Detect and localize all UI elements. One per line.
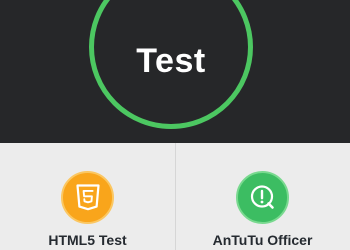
html5-test-tile[interactable]: HTML5 Test xyxy=(0,143,175,250)
html5-icon xyxy=(61,171,114,224)
app-root: Test HTML5 Test AnTuTu Officer xyxy=(0,0,350,250)
hero-panel: Test xyxy=(0,0,350,143)
magnifier-alert-icon xyxy=(250,185,274,209)
html5-shield-icon xyxy=(75,184,100,211)
tile-divider xyxy=(175,143,176,250)
test-button[interactable]: Test xyxy=(89,0,253,129)
antutu-officer-label: AnTuTu Officer xyxy=(212,232,313,248)
antutu-officer-icon xyxy=(236,171,289,224)
test-button-label: Test xyxy=(136,42,206,80)
antutu-officer-tile[interactable]: AnTuTu Officer xyxy=(175,143,350,250)
html5-test-label: HTML5 Test xyxy=(48,232,127,248)
